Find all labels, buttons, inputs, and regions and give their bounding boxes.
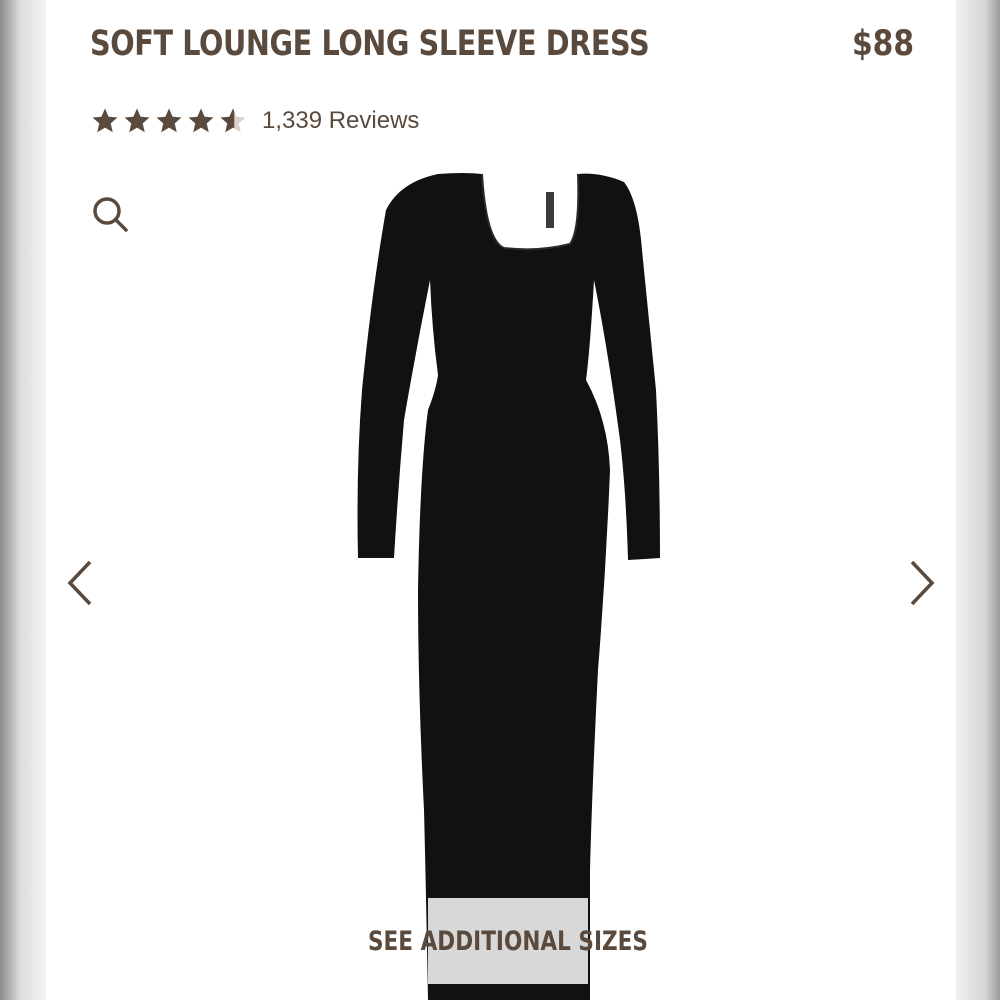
star-icon [124, 108, 150, 133]
half-star-icon [220, 108, 246, 133]
next-image-button[interactable] [904, 558, 938, 608]
zoom-button[interactable] [90, 194, 130, 234]
star-icon [92, 108, 118, 133]
chevron-left-icon [67, 560, 92, 606]
product-image [357, 173, 660, 1000]
product-page: SOFT LOUNGE LONG SLEEVE DRESS $88 1,339 … [46, 0, 956, 1000]
star-icon [156, 108, 182, 133]
star-icon [188, 108, 214, 133]
see-additional-sizes-label: SEE ADDITIONAL SIZES [368, 925, 649, 957]
dress-tag [546, 192, 554, 228]
dress-neckline [481, 173, 580, 251]
see-additional-sizes-button[interactable]: SEE ADDITIONAL SIZES [368, 898, 648, 984]
dress-body [357, 173, 660, 1000]
prev-image-button[interactable] [64, 558, 98, 608]
search-icon [93, 197, 128, 232]
product-price: $88 [851, 24, 914, 64]
rating-row[interactable]: 1,339 Reviews [90, 104, 419, 138]
rating-stars [90, 106, 248, 136]
chevron-right-icon [910, 560, 935, 606]
product-title: SOFT LOUNGE LONG SLEEVE DRESS [90, 24, 650, 64]
reviews-link[interactable]: 1,339 Reviews [262, 107, 419, 135]
